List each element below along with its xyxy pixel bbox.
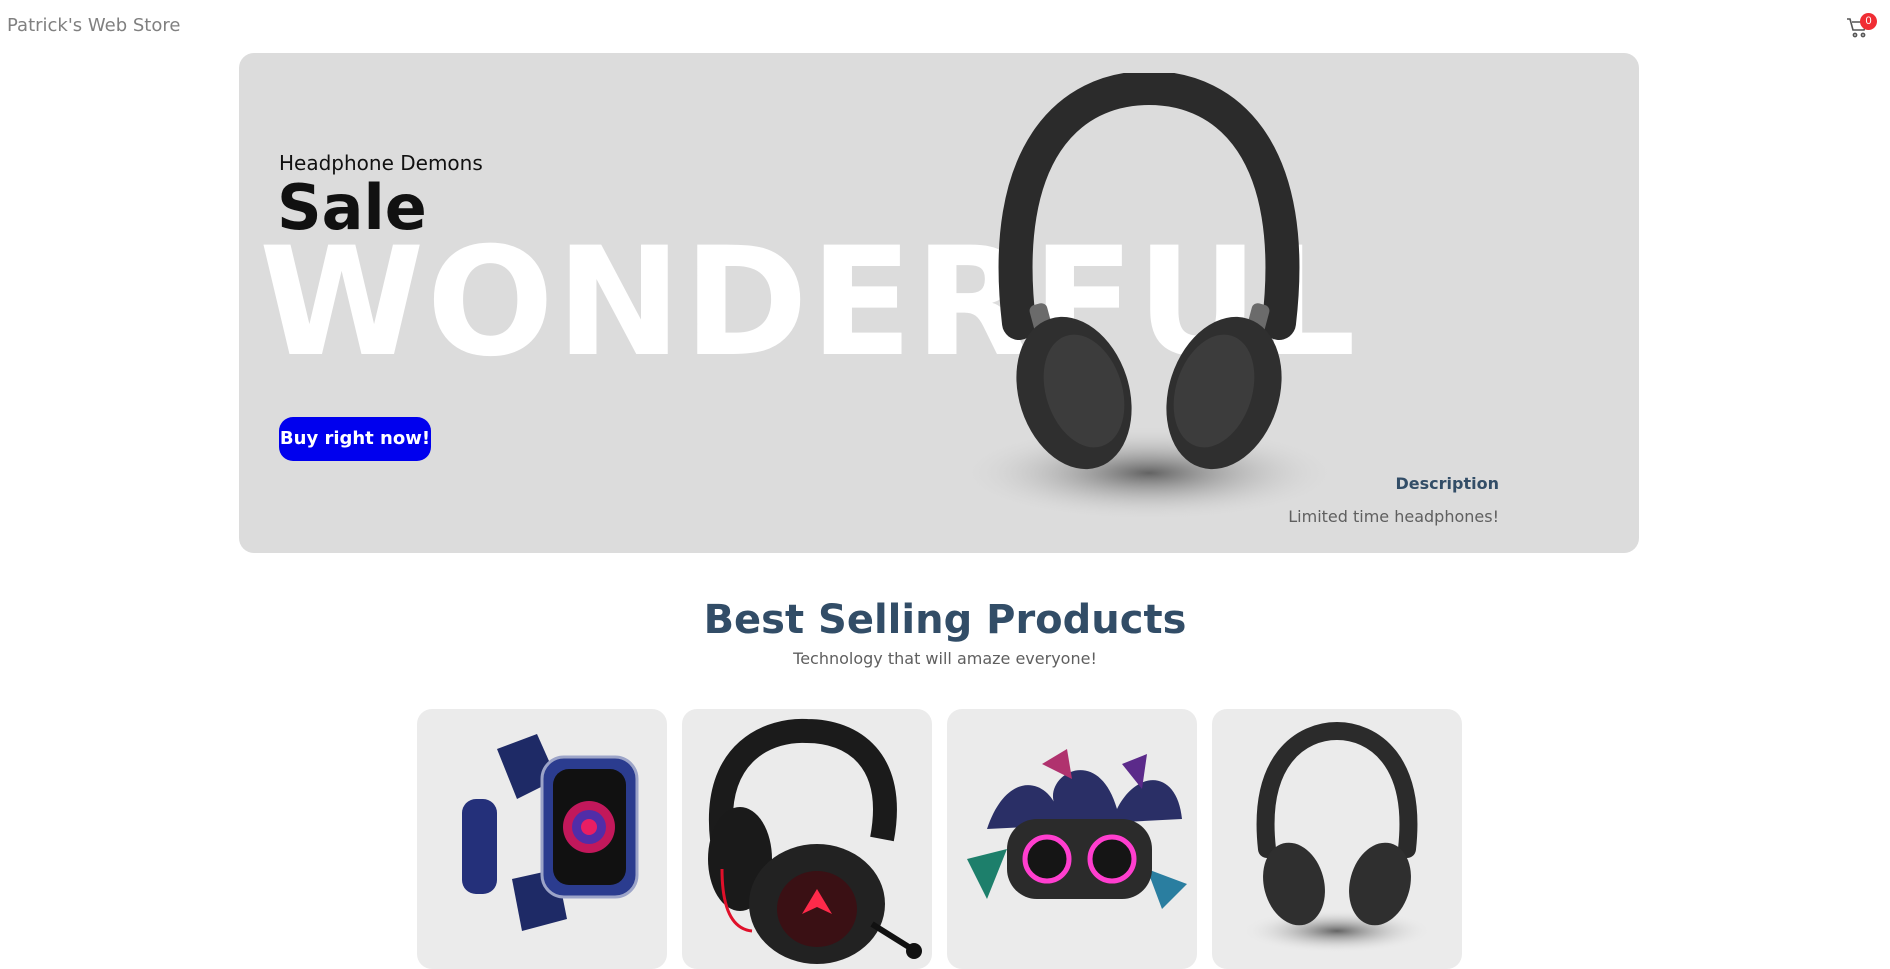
- product-card[interactable]: [417, 709, 667, 969]
- description-text: Limited time headphones!: [1288, 507, 1499, 526]
- hero-banner: Headphone Demons Sale WONDERFUL Buy righ…: [239, 53, 1639, 553]
- products-heading: Best Selling Products: [703, 597, 1187, 643]
- hero-headphones-image: [959, 73, 1339, 521]
- cart-button[interactable]: 0: [1846, 13, 1877, 42]
- product-card[interactable]: [682, 709, 932, 969]
- store-logo[interactable]: Patrick's Web Store: [7, 15, 180, 36]
- cart-count-badge: 0: [1860, 13, 1877, 30]
- products-subheading: Technology that will amaze everyone!: [793, 649, 1097, 668]
- bluetooth-speaker-icon: [967, 749, 1187, 909]
- buy-now-button[interactable]: Buy right now!: [279, 417, 431, 461]
- description-title: Description: [1395, 474, 1499, 493]
- navbar: Patrick's Web Store 0: [0, 0, 1890, 52]
- gaming-headset-icon: [708, 718, 922, 964]
- headphones-icon: [1242, 721, 1432, 953]
- product-card[interactable]: [1212, 709, 1462, 969]
- product-card[interactable]: [947, 709, 1197, 969]
- smartwatch-icon: [462, 734, 639, 931]
